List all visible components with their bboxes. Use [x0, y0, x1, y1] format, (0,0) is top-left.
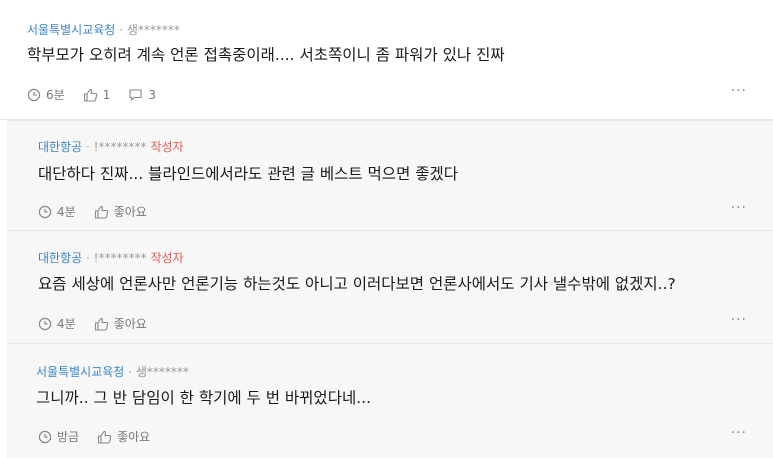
timestamp: 6분 — [27, 86, 65, 103]
thumbs-up-icon — [98, 430, 112, 444]
timestamp-text: 4분 — [57, 317, 76, 331]
author-badge: 작성자 — [150, 251, 184, 265]
like-count: 1 — [102, 87, 111, 102]
reply-count: 3 — [148, 87, 156, 102]
meta-separator: · — [86, 140, 90, 154]
meta-separator: · — [128, 365, 132, 379]
comment-meta: 서울특별시교육청 · 생******* — [36, 363, 189, 380]
reply-comment: 서울특별시교육청 · 생******* 그니까.. 그 반 담임이 한 학기에 … — [7, 343, 773, 458]
reply-comment: 대한항공 · !******** 작성자 대단하다 진짜... 블라인드에서라도 … — [7, 120, 773, 230]
nickname: !******** — [93, 140, 147, 154]
like-label: 좋아요 — [113, 317, 147, 331]
comment-actions: 6분 1 3 — [27, 86, 174, 103]
more-icon[interactable]: ··· — [731, 200, 747, 216]
timestamp-text: 6분 — [46, 88, 65, 102]
clock-icon — [38, 317, 52, 330]
more-icon[interactable]: ··· — [731, 83, 747, 99]
clock-icon — [38, 430, 52, 443]
more-icon[interactable]: ··· — [731, 425, 747, 441]
clock-icon — [38, 205, 52, 218]
timestamp: 4분 — [38, 203, 76, 220]
author-badge: 작성자 — [150, 140, 184, 154]
company-name[interactable]: 서울특별시교육청 — [36, 365, 124, 379]
comment-text: 학부모가 오히려 계속 언론 접촉중이래.... 서초쪽이니 좀 파워가 있나 … — [27, 46, 505, 64]
nickname: 생******* — [135, 365, 189, 379]
comment-actions: 방금 좋아요 — [38, 428, 168, 445]
reply-comment: 대한항공 · !******** 작성자 요즘 세상에 언론사만 언론기능 하는것… — [7, 230, 773, 343]
more-icon[interactable]: ··· — [731, 312, 747, 328]
like-button[interactable]: 1 — [83, 87, 111, 102]
comment-text: 요즘 세상에 언론사만 언론기능 하는것도 아니고 이러다보면 언론사에서도 기… — [38, 275, 676, 293]
like-label: 좋아요 — [113, 205, 147, 219]
company-name[interactable]: 서울특별시교육청 — [27, 23, 115, 37]
like-button[interactable]: 좋아요 — [97, 428, 150, 445]
like-button[interactable]: 좋아요 — [94, 203, 147, 220]
comment-main: 서울특별시교육청 · 생******* 학부모가 오히려 계속 언론 접촉중이래… — [0, 0, 773, 120]
thumbs-up-icon — [83, 88, 97, 102]
timestamp: 4분 — [38, 315, 76, 332]
timestamp-text: 4분 — [57, 205, 76, 219]
comment-text: 그니까.. 그 반 담임이 한 학기에 두 번 바뀌었다네... — [36, 389, 371, 407]
nickname: !******** — [93, 251, 147, 265]
comment-meta: 서울특별시교육청 · 생******* — [27, 21, 180, 38]
reply-button[interactable]: 3 — [128, 88, 156, 102]
speech-bubble-icon — [129, 88, 142, 101]
meta-separator: · — [86, 251, 90, 265]
company-name[interactable]: 대한항공 — [38, 251, 82, 265]
clock-icon — [27, 88, 41, 101]
comment-actions: 4분 좋아요 — [38, 203, 165, 220]
comment-text: 대단하다 진짜... 블라인드에서라도 관련 글 베스트 먹으면 좋겠다 — [38, 165, 459, 183]
thumbs-up-icon — [94, 205, 108, 219]
comment-meta: 대한항공 · !******** 작성자 — [38, 249, 184, 266]
timestamp: 방금 — [38, 428, 79, 445]
thumbs-up-icon — [94, 317, 108, 331]
nickname: 생******* — [126, 23, 180, 37]
comment-meta: 대한항공 · !******** 작성자 — [38, 138, 184, 155]
company-name[interactable]: 대한항공 — [38, 140, 82, 154]
comment-actions: 4분 좋아요 — [38, 315, 165, 332]
timestamp-text: 방금 — [57, 430, 80, 444]
meta-separator: · — [119, 23, 123, 37]
like-button[interactable]: 좋아요 — [94, 315, 147, 332]
like-label: 좋아요 — [117, 430, 151, 444]
